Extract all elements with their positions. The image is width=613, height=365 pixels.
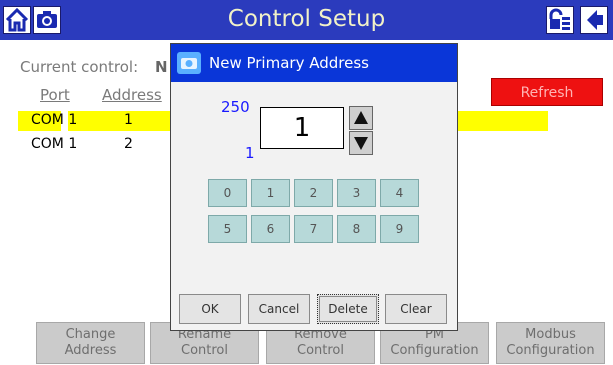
new-primary-address-dialog: New Primary Address 250 1 1 0 1 2 3 4 5 … bbox=[170, 43, 458, 331]
current-control-label: Current control: bbox=[20, 58, 139, 76]
keypad-key-9[interactable]: 9 bbox=[380, 215, 419, 243]
clear-button[interactable]: Clear bbox=[385, 294, 447, 324]
arrow-up-icon bbox=[354, 111, 368, 124]
keypad-key-5[interactable]: 5 bbox=[208, 215, 247, 243]
button-label-line1: Change bbox=[65, 327, 116, 342]
keypad-key-4[interactable]: 4 bbox=[380, 179, 419, 207]
back-button[interactable] bbox=[580, 6, 608, 34]
max-value-label: 250 bbox=[221, 98, 250, 116]
button-label-line2: Configuration bbox=[506, 343, 595, 358]
button-label-line1: Modbus bbox=[525, 327, 576, 342]
current-control-value: N bbox=[155, 58, 168, 76]
table-row-highlight-right bbox=[458, 111, 548, 131]
address-value-field[interactable]: 1 bbox=[260, 107, 344, 149]
keypad-key-1[interactable]: 1 bbox=[251, 179, 290, 207]
min-value-label: 1 bbox=[245, 144, 255, 162]
page-title: Control Setup bbox=[227, 6, 386, 32]
arrow-down-icon bbox=[354, 137, 368, 150]
app-icon bbox=[177, 52, 201, 74]
cancel-button[interactable]: Cancel bbox=[248, 294, 310, 324]
decrement-button[interactable] bbox=[349, 131, 373, 155]
change-address-button[interactable]: Change Address bbox=[36, 322, 145, 364]
dialog-title: New Primary Address bbox=[209, 54, 369, 72]
table-row-highlight-address bbox=[68, 111, 170, 131]
keypad-key-8[interactable]: 8 bbox=[337, 215, 376, 243]
keypad-key-3[interactable]: 3 bbox=[337, 179, 376, 207]
table-cell-address[interactable]: 2 bbox=[124, 136, 133, 152]
refresh-button[interactable]: Refresh bbox=[491, 78, 603, 106]
login-button[interactable] bbox=[546, 6, 574, 34]
table-cell-port[interactable]: COM 1 bbox=[31, 136, 77, 152]
delete-button[interactable]: Delete bbox=[317, 294, 379, 324]
ok-button[interactable]: OK bbox=[179, 294, 241, 324]
keypad-key-2[interactable]: 2 bbox=[294, 179, 333, 207]
button-label-line2: Control bbox=[181, 343, 228, 358]
table-cell-port[interactable]: COM 1 bbox=[31, 112, 77, 128]
header-bar: Control Setup bbox=[0, 0, 613, 40]
column-header-address: Address bbox=[102, 86, 162, 104]
button-label-line2: Address bbox=[64, 343, 117, 358]
modbus-configuration-button[interactable]: Modbus Configuration bbox=[496, 322, 605, 364]
login-icon bbox=[549, 8, 570, 30]
keypad-key-7[interactable]: 7 bbox=[294, 215, 333, 243]
column-header-port: Port bbox=[40, 86, 70, 104]
keypad-key-6[interactable]: 6 bbox=[251, 215, 290, 243]
table-cell-address[interactable]: 1 bbox=[124, 112, 133, 128]
increment-button[interactable] bbox=[349, 106, 373, 130]
dialog-title-bar: New Primary Address bbox=[171, 44, 457, 82]
button-label-line2: Control bbox=[297, 343, 344, 358]
keypad-key-0[interactable]: 0 bbox=[208, 179, 247, 207]
back-icon bbox=[587, 10, 603, 30]
button-label-line2: Configuration bbox=[390, 343, 479, 358]
